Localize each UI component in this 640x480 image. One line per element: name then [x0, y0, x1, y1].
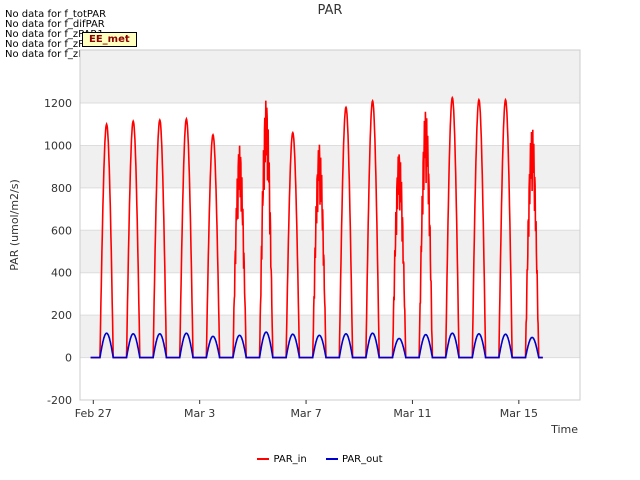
y-tick-label: 400 — [51, 267, 72, 280]
legend-item-par-out: PAR_out — [325, 454, 383, 465]
legend: PAR_in PAR_out — [0, 454, 640, 465]
y-tick-label: 600 — [51, 224, 72, 237]
x-tick-label: Mar 3 — [184, 407, 215, 420]
y-tick-label: 1200 — [44, 97, 72, 110]
legend-swatch-par-in — [257, 458, 270, 460]
x-tick-label: Mar 11 — [393, 407, 431, 420]
legend-label-par-out: PAR_out — [341, 454, 383, 465]
x-tick-label: Feb 27 — [75, 407, 112, 420]
par-chart: -200 0 200 400 600 800 1000 1200 Feb 27 Mar 3 Mar … — [8, 3, 581, 436]
y-axis-label: PAR (umol/m2/s) — [8, 179, 21, 271]
site-badge: EE_met — [82, 32, 137, 47]
x-axis-label: Time — [550, 423, 578, 436]
legend-item-par-in: PAR_in — [257, 454, 307, 465]
x-tick-label: Mar 15 — [500, 407, 538, 420]
plot-band — [80, 50, 580, 104]
legend-swatch-par-out — [325, 458, 338, 460]
legend-label-par-in: PAR_in — [273, 454, 307, 465]
y-tick-label: 200 — [51, 309, 72, 322]
y-tick-label: 1000 — [44, 139, 72, 152]
y-tick-label: 800 — [51, 182, 72, 195]
x-tick-label: Mar 7 — [290, 407, 321, 420]
chart-title: PAR — [318, 3, 343, 18]
plot-band — [80, 145, 580, 188]
y-tick-label: 0 — [65, 352, 72, 365]
y-tick-label: -200 — [47, 394, 72, 407]
